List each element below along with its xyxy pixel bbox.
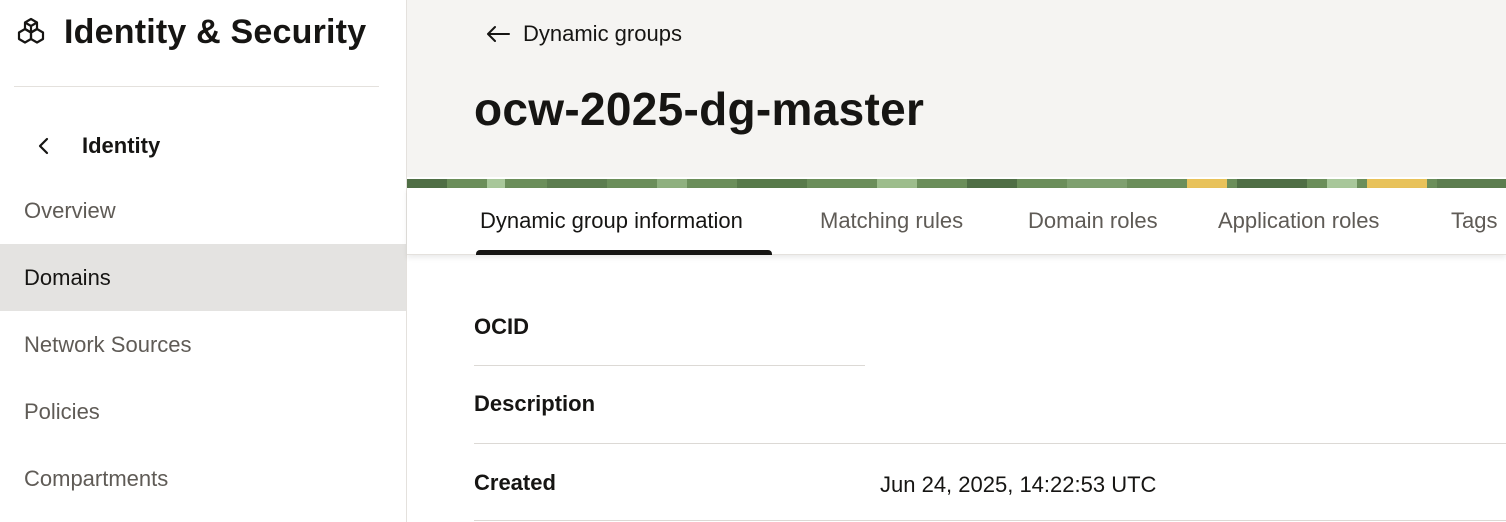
decorative-banner bbox=[407, 177, 1506, 188]
tab-tags[interactable]: Tags bbox=[1451, 188, 1497, 254]
identity-security-cubes-icon bbox=[16, 17, 46, 47]
tab-application-roles[interactable]: Application roles bbox=[1218, 188, 1379, 254]
sidebar-item-compartments[interactable]: Compartments bbox=[0, 445, 406, 512]
sidebar-item-network-sources[interactable]: Network Sources bbox=[0, 311, 406, 378]
ocid-label: OCID bbox=[474, 314, 529, 339]
active-tab-indicator bbox=[476, 250, 772, 255]
tab-domain-roles[interactable]: Domain roles bbox=[1028, 188, 1158, 254]
back-to-identity-link[interactable]: Identity bbox=[34, 128, 160, 164]
main-content: Dynamic groups ocw-2025-dg-master Dynami… bbox=[407, 0, 1506, 522]
tab-bar: Dynamic group information Matching rules… bbox=[407, 188, 1506, 255]
sidebar-divider bbox=[14, 86, 379, 87]
created-label: Created bbox=[474, 470, 556, 495]
page-header: Dynamic groups ocw-2025-dg-master bbox=[407, 0, 1506, 177]
back-label: Identity bbox=[82, 133, 161, 158]
tab-matching-rules[interactable]: Matching rules bbox=[820, 188, 963, 254]
breadcrumb-label: Dynamic groups bbox=[523, 21, 682, 46]
chevron-left-icon bbox=[34, 136, 54, 156]
sidebar-item-overview[interactable]: Overview bbox=[0, 177, 406, 244]
app-title: Identity & Security bbox=[64, 12, 367, 51]
row-divider bbox=[474, 443, 1506, 444]
breadcrumb-dynamic-groups[interactable]: Dynamic groups bbox=[485, 18, 682, 50]
sidebar-item-policies[interactable]: Policies bbox=[0, 378, 406, 445]
created-value: Jun 24, 2025, 14:22:53 UTC bbox=[880, 472, 1157, 497]
tab-dynamic-group-information[interactable]: Dynamic group information bbox=[480, 188, 743, 254]
row-divider bbox=[474, 365, 865, 366]
description-label: Description bbox=[474, 391, 596, 416]
sidebar-item-domains[interactable]: Domains bbox=[0, 244, 406, 311]
arrow-left-icon bbox=[485, 24, 513, 44]
brand: Identity & Security bbox=[16, 12, 366, 52]
sidebar: Identity & Security Identity Overview Do… bbox=[0, 0, 407, 522]
page-title: ocw-2025-dg-master bbox=[474, 83, 925, 135]
sidebar-nav: Overview Domains Network Sources Policie… bbox=[0, 177, 406, 512]
row-divider bbox=[474, 520, 1506, 521]
